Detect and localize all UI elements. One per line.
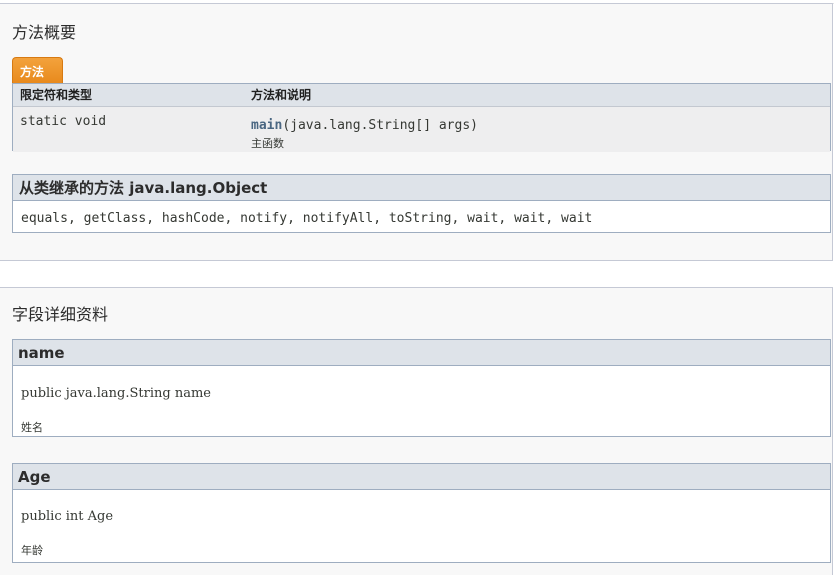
inherited-methods-box: 从类继承的方法 java.lang.Object equals, getClas…: [12, 174, 831, 233]
method-signature: main(java.lang.String[] args): [251, 114, 478, 133]
field-heading: Age: [13, 464, 830, 490]
field-signature: public int Age: [21, 509, 114, 524]
field-details-section: 字段详细资料 name public java.lang.String name…: [0, 287, 833, 575]
column-header-modifier-type: 限定符和类型: [20, 88, 93, 102]
method-description: 主函数: [251, 137, 284, 150]
method-summary-section: 方法概要 方法 限定符和类型 方法和说明 static void main(ja…: [0, 3, 833, 261]
method-summary-title: 方法概要: [12, 23, 77, 42]
method-modifier: static void: [20, 114, 107, 129]
field-description: 姓名: [21, 421, 43, 434]
field-detail-age: Age public int Age 年龄: [12, 463, 831, 563]
field-signature: public java.lang.String name: [21, 386, 211, 401]
methods-tab[interactable]: 方法: [12, 57, 63, 83]
table-row: static void main(java.lang.String[] args…: [13, 107, 830, 152]
field-details-title: 字段详细资料: [12, 305, 109, 324]
method-link-main[interactable]: main: [251, 118, 282, 133]
method-params: (java.lang.String[] args): [282, 118, 478, 133]
field-detail-name: name public java.lang.String name 姓名: [12, 339, 831, 437]
column-header-method-description: 方法和说明: [251, 88, 312, 102]
inherited-methods-list: equals, getClass, hashCode, notify, noti…: [21, 211, 593, 226]
table-header-row: 限定符和类型 方法和说明: [13, 84, 830, 107]
inherited-methods-title: 从类继承的方法 java.lang.Object: [13, 175, 830, 201]
field-heading: name: [13, 340, 830, 366]
method-summary-table: 限定符和类型 方法和说明 static void main(java.lang.…: [12, 83, 831, 152]
field-description: 年龄: [21, 544, 43, 557]
